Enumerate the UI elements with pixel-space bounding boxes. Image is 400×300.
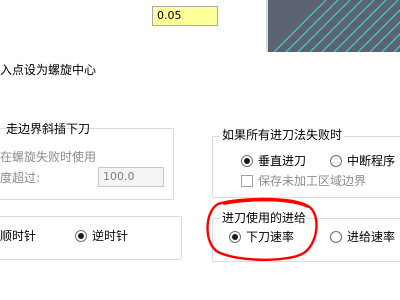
red-annotation-circle — [206, 197, 318, 261]
